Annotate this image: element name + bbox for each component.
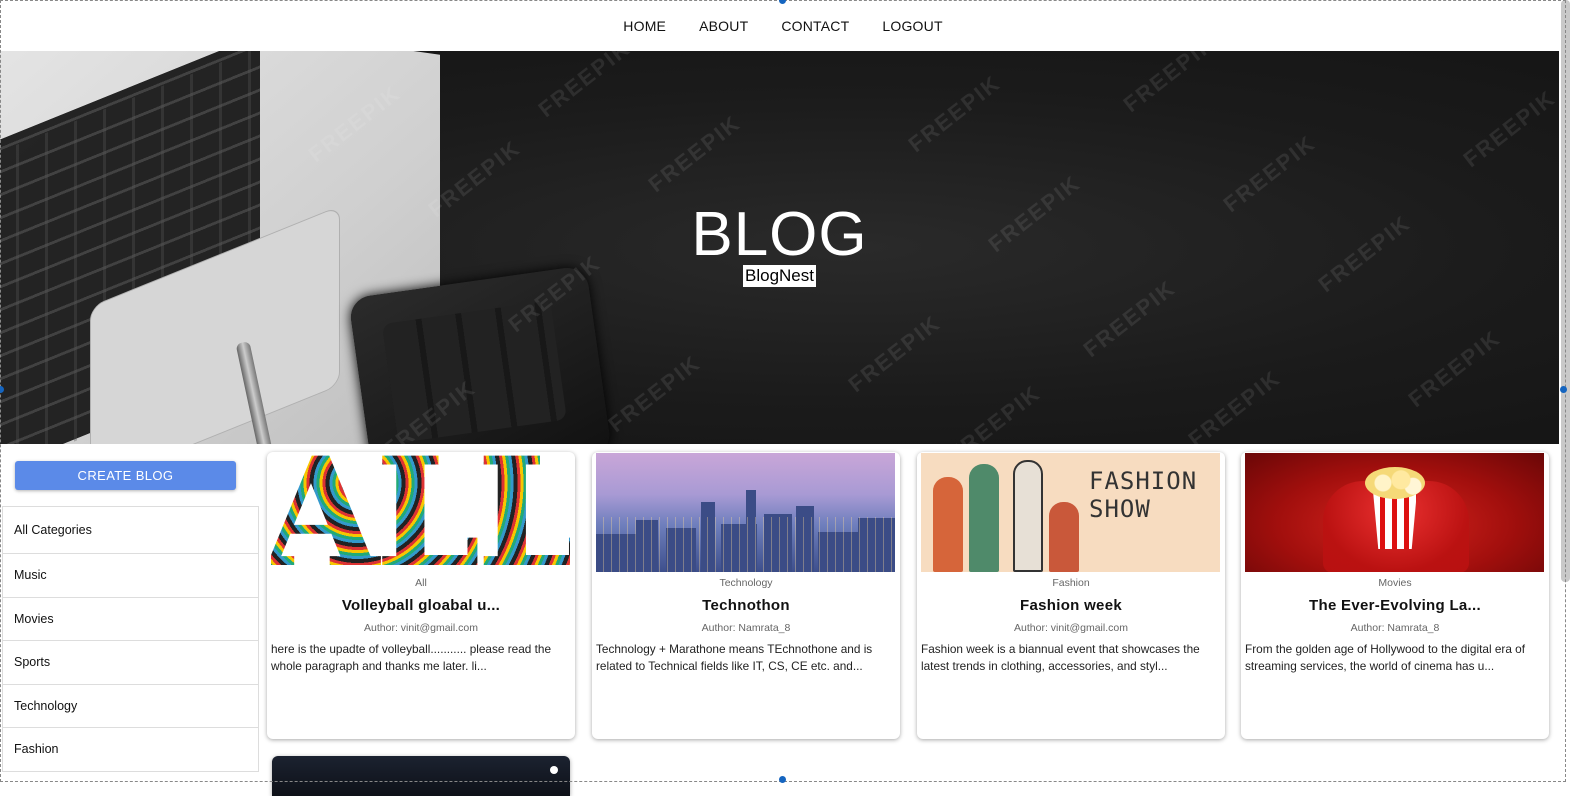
resize-handle[interactable]: [1560, 386, 1567, 393]
blog-card[interactable]: Movies The Ever-Evolving La... Author: N…: [1241, 452, 1549, 739]
post-category: Technology: [719, 577, 773, 589]
post-description: here is the upadte of volleyball........…: [271, 642, 552, 673]
blog-card[interactable]: FASHION SHOW Fashion Fashion week Author…: [917, 452, 1225, 739]
watermark: FREEPIK: [1118, 51, 1221, 118]
thumbnail-text: ALL: [271, 453, 570, 572]
post-author: Author: vinit@gmail.com: [364, 622, 478, 634]
post-author: Author: Namrata_8: [1350, 622, 1440, 634]
blog-card[interactable]: ALL All Volleyball gloabal u... Author: …: [267, 452, 575, 739]
post-thumbnail: ALL: [271, 453, 570, 572]
post-category: Fashion: [1052, 577, 1090, 589]
watermark: FREEPIK: [603, 350, 706, 438]
category-sports[interactable]: Sports: [3, 641, 258, 685]
post-title[interactable]: The Ever-Evolving La...: [1241, 597, 1549, 614]
post-author: Author: Namrata_8: [701, 622, 791, 634]
category-technology[interactable]: Technology: [3, 685, 258, 728]
post-description: Fashion week is a biannual event that sh…: [921, 642, 1200, 673]
site-name: BlogNest: [743, 265, 816, 287]
post-title[interactable]: Volleyball gloabal u...: [267, 597, 575, 614]
post-description: From the golden age of Hollywood to the …: [1245, 642, 1526, 673]
category-all[interactable]: All Categories: [3, 507, 258, 554]
watermark: FREEPIK: [1183, 365, 1286, 444]
watermark: FREEPIK: [643, 110, 746, 198]
top-nav: HOME ABOUT CONTACT LOGOUT: [0, 0, 1560, 51]
watermark: FREEPIK: [1403, 325, 1506, 413]
create-blog-button[interactable]: CREATE BLOG: [15, 461, 236, 490]
post-thumbnail: FASHION SHOW: [921, 453, 1220, 572]
thumbnail-text: FASHION: [1089, 467, 1198, 495]
blog-card[interactable]: Technology Technothon Author: Namrata_8 …: [592, 452, 900, 739]
category-movies[interactable]: Movies: [3, 598, 258, 641]
thumbnail-text: SHOW: [1089, 495, 1151, 523]
hero-banner: FREEPIK FREEPIK FREEPIK FREEPIK FREEPIK …: [0, 51, 1559, 444]
scrollbar[interactable]: [1561, 0, 1570, 582]
post-author: Author: vinit@gmail.com: [1014, 622, 1128, 634]
category-list: All Categories Music Movies Sports Techn…: [2, 506, 259, 772]
watermark: FREEPIK: [843, 310, 946, 398]
nav-contact-link[interactable]: CONTACT: [781, 18, 849, 34]
watermark: FREEPIK: [903, 70, 1006, 158]
post-title[interactable]: Fashion week: [917, 597, 1225, 614]
category-music[interactable]: Music: [3, 554, 258, 598]
watermark: FREEPIK: [1078, 275, 1181, 363]
nav-logout-link[interactable]: LOGOUT: [882, 18, 942, 34]
watermark: FREEPIK: [943, 380, 1046, 444]
watermark: FREEPIK: [533, 51, 636, 123]
nav-home-link[interactable]: HOME: [623, 18, 666, 34]
nav-about-link[interactable]: ABOUT: [699, 18, 748, 34]
category-fashion[interactable]: Fashion: [3, 728, 258, 772]
post-thumbnail: [596, 453, 895, 572]
page-title: BLOG: [691, 200, 868, 269]
blog-card[interactable]: [272, 756, 570, 796]
watermark: FREEPIK: [1458, 85, 1559, 173]
post-thumbnail: [1245, 453, 1544, 572]
post-category: Movies: [1378, 577, 1412, 589]
post-title[interactable]: Technothon: [592, 597, 900, 614]
post-category: All: [415, 577, 427, 589]
post-description: Technology + Marathone means TEchnothone…: [596, 642, 873, 673]
